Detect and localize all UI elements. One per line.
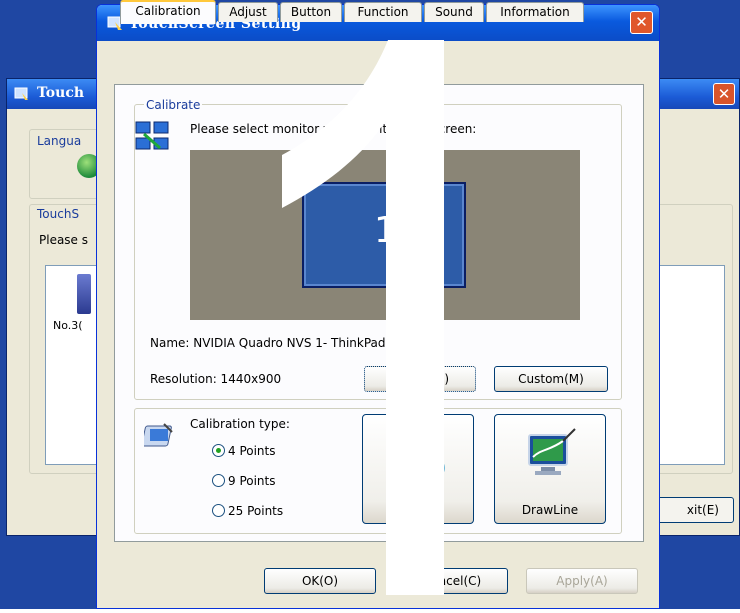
touchscreen-group-label: TouchS [37,207,80,221]
radio-4-points[interactable]: 4 Points [212,444,276,458]
radio-dot[interactable] [212,474,225,487]
dialog-close-button[interactable]: ✕ [630,11,653,34]
touch-app-icon [14,87,28,100]
device-item-label[interactable]: No.3( [53,319,83,332]
language-group-label: Langua [37,134,82,148]
radio-dot[interactable] [212,504,225,517]
radio-9-points[interactable]: 9 Points [212,474,276,488]
apply-button[interactable]: Apply(A) [526,568,638,594]
radio-dot[interactable] [212,444,225,457]
overlay-number-one [282,40,444,595]
calibrate-group-label: Calibrate [144,98,203,112]
device-icon[interactable] [77,274,91,314]
calibration-device-icon [144,423,173,447]
tab-calibration[interactable]: Calibration [120,0,216,24]
background-title: Touch [37,85,85,101]
background-close-button[interactable]: ✕ [713,83,735,105]
drawline-monitor-icon [528,428,576,475]
monitors-icon [135,121,169,150]
please-text: Please s [39,233,89,247]
resolution-text: Resolution: 1440x900 [150,372,282,386]
exit-button[interactable]: xit(E) [652,497,734,523]
